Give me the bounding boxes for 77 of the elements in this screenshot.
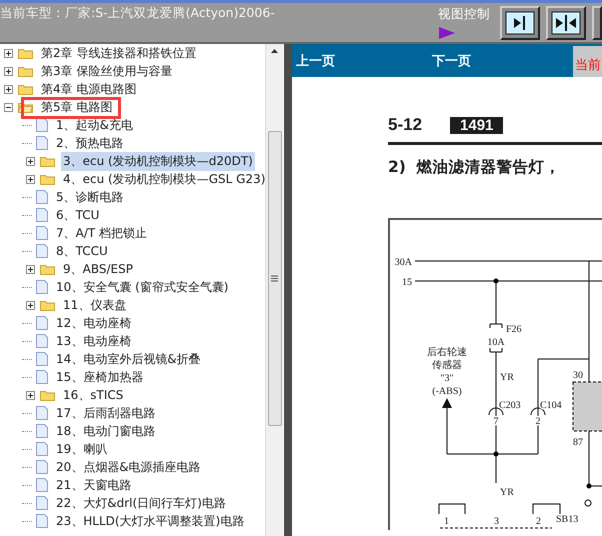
folder-icon [40, 263, 55, 275]
document-icon [36, 190, 48, 204]
document-icon [36, 136, 48, 150]
section-item[interactable]: 4、ecu (发动机控制模块—GSL G23) [61, 170, 265, 188]
play-triangle-icon [438, 26, 456, 40]
document-icon [36, 334, 48, 348]
folder-icon [40, 299, 55, 311]
expand-toggle[interactable] [4, 84, 13, 94]
document-icon [36, 118, 48, 132]
section-item[interactable]: 10、安全气囊 (窗帘式安全气囊) [54, 278, 230, 296]
document-icon [36, 424, 48, 438]
grip-icon [271, 275, 278, 282]
document-icon [36, 352, 48, 366]
chapter-item[interactable]: 第2章 导线连接器和搭铁位置 [39, 44, 198, 62]
expand-toggle[interactable] [26, 156, 35, 166]
folder-icon [40, 389, 55, 401]
section-item[interactable]: 2、预热电路 [54, 134, 126, 152]
section-item[interactable]: 5、诊断电路 [54, 188, 126, 206]
document-icon [36, 316, 48, 330]
section-item[interactable]: 21、天窗电路 [54, 476, 134, 494]
document-icon [36, 478, 48, 492]
folder-icon [40, 155, 55, 167]
view-control-label: 视图控制 [438, 6, 490, 23]
document-icon [36, 244, 48, 258]
page-code-label: 1491 [450, 116, 504, 134]
section-item[interactable]: 22、大灯&drl(日间行车灯)电路 [54, 494, 228, 512]
section-item[interactable]: 11、仪表盘 [61, 296, 128, 314]
chapter-item[interactable]: 第5章 电路图 [39, 98, 114, 116]
section-item[interactable]: 16、sTICS [61, 386, 126, 404]
folder-icon [18, 83, 33, 95]
section-item[interactable]: 12、电动座椅 [54, 314, 134, 332]
scroll-thumb[interactable] [268, 131, 282, 426]
chapter-item[interactable]: 第3章 保险丝使用与容量 [39, 62, 174, 80]
chapter-item[interactable]: 第4章 电源电路图 [39, 80, 138, 98]
folder-icon [18, 47, 33, 59]
next-page-link[interactable]: 下一页 [432, 52, 471, 70]
document-icon [36, 514, 48, 528]
section-item[interactable]: 6、TCU [54, 206, 102, 224]
section-item[interactable]: 8、TCCU [54, 242, 110, 260]
document-icon [36, 280, 48, 294]
toolbar-button[interactable] [592, 6, 602, 40]
document-icon [36, 370, 48, 384]
section-item[interactable]: 1、起动&充电 [54, 116, 135, 134]
section-item[interactable]: 20、点烟器&电源插座电路 [54, 458, 203, 476]
section-item[interactable]: 23、HLLD(大灯水平调整装置)电路 [54, 512, 246, 530]
document-icon [36, 496, 48, 510]
expand-toggle[interactable] [26, 300, 35, 310]
section-item[interactable]: 18、电动门窗电路 [54, 422, 158, 440]
section-item[interactable]: 17、后雨刮器电路 [54, 404, 158, 422]
section-item[interactable]: 3、ecu (发动机控制模块—d20DT) [61, 152, 255, 170]
document-icon [36, 460, 48, 474]
section-item[interactable]: 9、ABS/ESP [61, 260, 135, 278]
document-icon [36, 208, 48, 222]
expand-toggle[interactable] [4, 66, 13, 76]
previous-page-link[interactable]: 上一页 [296, 52, 335, 70]
section-item[interactable]: 15、座椅加热器 [54, 368, 146, 386]
expand-toggle[interactable] [26, 174, 35, 184]
section-item[interactable]: 13、电动座椅 [54, 332, 134, 350]
expand-toggle[interactable] [4, 48, 13, 58]
folder-icon [18, 65, 33, 77]
scrollbar[interactable] [265, 44, 283, 536]
split-view-button[interactable] [546, 6, 586, 40]
document-icon [36, 226, 48, 240]
document-icon [36, 406, 48, 420]
page-number: 5-12 [388, 115, 422, 135]
expand-view-button[interactable] [500, 6, 540, 40]
document-icon [36, 442, 48, 456]
expand-toggle[interactable] [26, 390, 35, 400]
section-item[interactable]: 19、喇叭 [54, 440, 110, 458]
section-heading: 2) 燃油滤清器警告灯， [388, 157, 562, 178]
collapse-toggle[interactable] [4, 102, 13, 112]
section-item[interactable]: 14、电动室外后视镜&折叠 [54, 350, 203, 368]
expand-toggle[interactable] [26, 264, 35, 274]
current-page-label: 当前 [573, 46, 602, 77]
vehicle-model-title: 当前车型：厂家:S-上汽双龙爱腾(Actyon)2006- [0, 4, 276, 22]
section-item[interactable]: 7、A/T 档把锁止 [54, 224, 150, 242]
folder-icon [40, 173, 55, 185]
